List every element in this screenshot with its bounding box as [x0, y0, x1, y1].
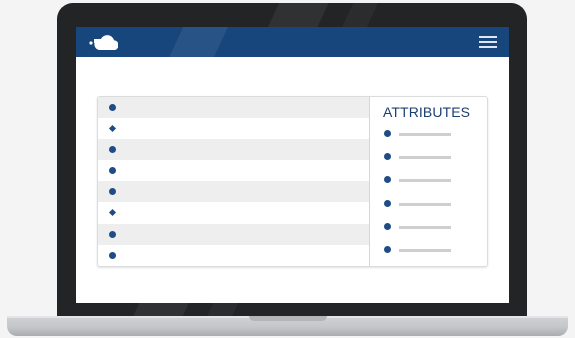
attribute-placeholder-line [399, 202, 451, 206]
menu-line [479, 36, 497, 38]
list-item[interactable] [98, 97, 369, 119]
attribute-bullet-icon [384, 153, 391, 161]
attribute-row [384, 199, 474, 208]
attribute-placeholder-line [399, 249, 451, 252]
list-item[interactable] [98, 202, 369, 223]
circle-bullet-icon [109, 251, 116, 259]
item-list [98, 97, 369, 266]
attribute-placeholder-line [399, 156, 451, 160]
content-panel: ATTRIBUTES [97, 96, 488, 267]
app-header [76, 27, 509, 57]
laptop-base-notch [249, 316, 327, 321]
attribute-row [384, 130, 474, 138]
attribute-bullet-icon [384, 176, 391, 184]
hamburger-menu-icon[interactable] [479, 35, 497, 49]
cloud-logo-icon[interactable] [88, 32, 118, 52]
attributes-title: ATTRIBUTES [383, 104, 471, 120]
list-item[interactable] [98, 181, 369, 203]
laptop-screen: ATTRIBUTES [76, 27, 509, 303]
list-item[interactable] [98, 118, 369, 139]
laptop-lid: ATTRIBUTES [57, 3, 527, 319]
attribute-bullet-icon [384, 246, 391, 253]
attribute-bullet-icon [384, 130, 391, 137]
list-item[interactable] [98, 245, 369, 266]
attribute-row [384, 222, 474, 231]
laptop-base [7, 316, 568, 336]
attribute-bullet-icon [384, 222, 391, 230]
attribute-placeholder-line [399, 225, 451, 229]
list-item[interactable] [98, 139, 369, 161]
circle-bullet-icon [109, 167, 116, 175]
menu-line [479, 41, 497, 43]
attribute-row [384, 153, 474, 161]
list-item[interactable] [98, 223, 369, 245]
attribute-bullet-icon [384, 199, 391, 207]
circle-bullet-icon [109, 146, 116, 154]
diamond-bullet-icon [108, 125, 117, 133]
diamond-bullet-icon [108, 209, 117, 217]
attribute-row [384, 246, 474, 254]
attribute-row [384, 176, 474, 184]
header-glare [76, 27, 509, 57]
laptop-illustration: ATTRIBUTES [0, 0, 575, 338]
list-item[interactable] [98, 160, 369, 181]
attribute-placeholder-line [399, 133, 451, 136]
circle-bullet-icon [109, 230, 116, 238]
circle-bullet-icon [109, 188, 116, 196]
attribute-placeholder-line [399, 179, 451, 183]
circle-bullet-icon [109, 104, 116, 111]
menu-line [479, 46, 497, 48]
attributes-panel: ATTRIBUTES [369, 97, 487, 266]
